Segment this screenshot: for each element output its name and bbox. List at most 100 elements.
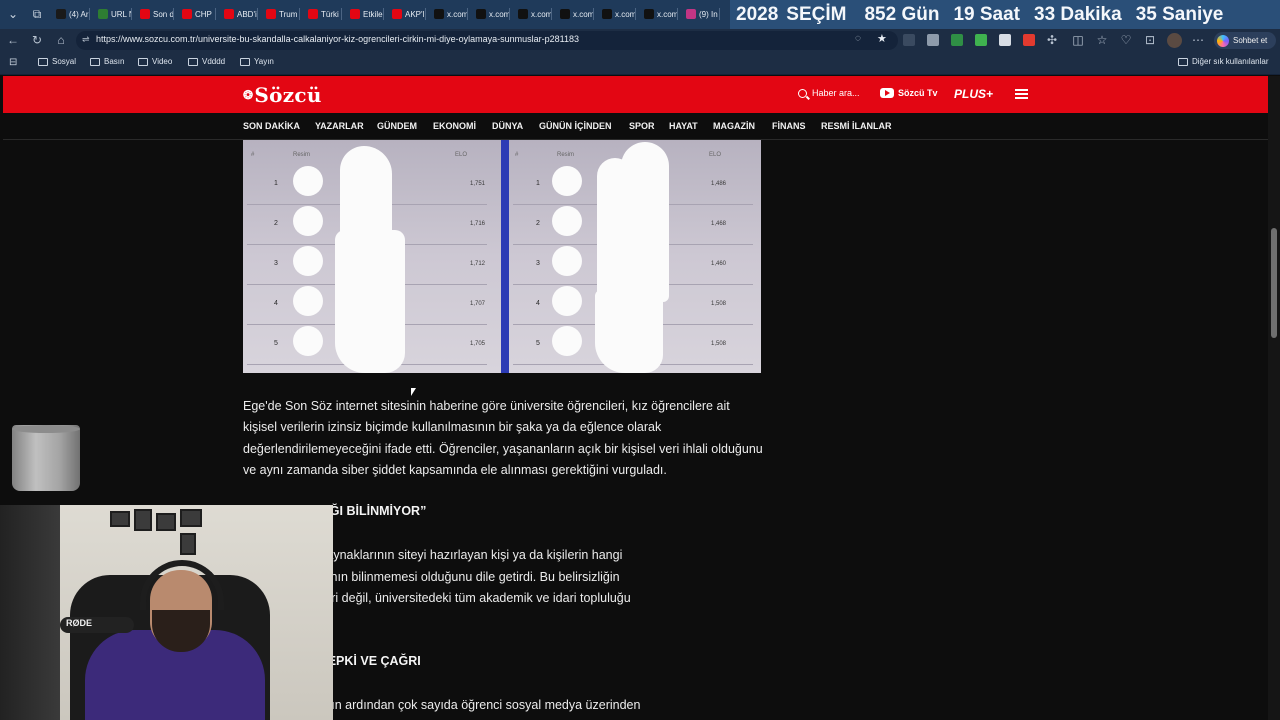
browser-essentials-icon[interactable]: ♡ xyxy=(1117,31,1135,49)
favorite-star-icon[interactable]: ★ xyxy=(877,32,887,45)
tab-separator xyxy=(593,8,594,20)
tab-label: Türki xyxy=(321,9,339,19)
extension-icon[interactable] xyxy=(999,34,1011,46)
search-placeholder: Haber ara... xyxy=(812,88,860,98)
countdown-year: 2028 xyxy=(736,3,779,25)
other-bookmarks-folder[interactable]: Diğer sık kullanılanlar xyxy=(1178,57,1268,66)
ranking-panel-left: # Resim ELO 1 1,751 2 1,716 3 1,712 4 1,707 5 1,7… xyxy=(243,140,501,373)
tab-label: x.com xyxy=(573,9,594,19)
tab-separator xyxy=(467,8,468,20)
rank-number: 4 xyxy=(274,300,278,307)
site-info-icon[interactable]: ⇌ xyxy=(82,34,90,45)
browser-tab[interactable]: x.com xyxy=(640,4,678,24)
tab-separator xyxy=(383,8,384,20)
tab-favicon-icon xyxy=(686,9,696,19)
tab-label: ABD'i xyxy=(237,9,257,19)
browser-tab[interactable]: x.com xyxy=(430,4,468,24)
bookmark-folder-yayin[interactable]: Yayın xyxy=(240,57,274,66)
column-head-face: Resim xyxy=(557,152,575,158)
favorites-icon[interactable]: ☆ xyxy=(1093,31,1111,49)
workspaces-icon[interactable]: ⧉ xyxy=(27,4,47,24)
browser-tab[interactable]: x.com xyxy=(472,4,510,24)
nav-gunun-icinden[interactable]: GÜNÜN İÇİNDEN xyxy=(539,121,612,131)
browser-tab[interactable]: (4) Ar xyxy=(52,4,90,24)
webcam-door xyxy=(0,505,60,720)
scrollbar-thumb[interactable] xyxy=(1271,228,1277,338)
blurred-face xyxy=(552,326,582,356)
extension-icon[interactable] xyxy=(951,34,963,46)
back-icon[interactable]: ← xyxy=(4,31,22,49)
browser-tab[interactable]: ABD'i xyxy=(220,4,258,24)
copilot-icon xyxy=(1217,34,1229,47)
bookmark-folder-sosyal[interactable]: Sosyal xyxy=(38,57,76,66)
collections-icon[interactable]: ⊡ xyxy=(1141,31,1159,49)
tab-separator xyxy=(341,8,342,20)
wall-photo-frames xyxy=(110,509,206,559)
site-search[interactable]: Haber ara... xyxy=(798,88,860,98)
more-menu-icon[interactable]: ⋯ xyxy=(1189,31,1207,49)
photo-frame xyxy=(134,509,152,531)
nav-finans[interactable]: FİNANS xyxy=(772,121,806,131)
extension-icon[interactable] xyxy=(1023,34,1035,46)
nav-magazin[interactable]: MAGAZİN xyxy=(713,121,755,131)
reload-icon[interactable]: ↻ xyxy=(28,31,46,49)
tab-separator xyxy=(425,8,426,20)
url-input[interactable]: ⇌ https://www.sozcu.com.tr/universite-bu… xyxy=(76,31,898,50)
browser-tab[interactable]: Türki xyxy=(304,4,342,24)
reader-view-icon[interactable]: ◌ xyxy=(855,33,861,44)
tab-favicon-icon xyxy=(266,9,276,19)
browser-tab[interactable]: x.com xyxy=(514,4,552,24)
article-image-ranking: # Resim ELO 1 1,751 2 1,716 3 1,712 4 1,707 5 1,7… xyxy=(243,140,761,373)
nav-yazarlar[interactable]: YAZARLAR xyxy=(315,121,364,131)
extension-icon[interactable] xyxy=(975,34,987,46)
tab-separator xyxy=(551,8,552,20)
copilot-chat-button[interactable]: Sohbet et xyxy=(1214,32,1276,49)
browser-tab[interactable]: URL N xyxy=(94,4,132,24)
tab-list-chevron-icon[interactable]: ⌄ xyxy=(3,4,23,24)
nav-son-dakika[interactable]: SON DAKİKA xyxy=(243,121,300,131)
browser-tab[interactable]: x.com xyxy=(598,4,636,24)
youtube-icon xyxy=(880,88,894,98)
page-scrollbar[interactable] xyxy=(1268,76,1280,720)
nav-resmi-ilanlar[interactable]: RESMİ İLANLAR xyxy=(821,121,892,131)
sozcu-tv-link[interactable]: Sözcü Tv xyxy=(880,88,938,98)
browser-tab[interactable]: x.com xyxy=(556,4,594,24)
extension-icon[interactable] xyxy=(927,34,939,46)
nav-gundem[interactable]: GÜNDEM xyxy=(377,121,417,131)
countdown-event: SEÇİM xyxy=(786,3,847,25)
bookmark-folder-basin[interactable]: Basın xyxy=(90,57,124,66)
countdown-minutes: 33 Dakika xyxy=(1034,3,1122,25)
bookmark-label: Sosyal xyxy=(52,57,77,66)
tab-actions-icon[interactable]: ⊟ xyxy=(9,57,17,68)
browser-tab[interactable]: Trum xyxy=(262,4,300,24)
extension-icon[interactable] xyxy=(903,34,915,46)
nav-spor[interactable]: SPOR xyxy=(629,121,655,131)
elo-score: 1,707 xyxy=(470,301,486,307)
browser-tab[interactable]: AKP'l xyxy=(388,4,426,24)
nav-hayat[interactable]: HAYAT xyxy=(669,121,698,131)
tab-separator xyxy=(257,8,258,20)
plus-link[interactable]: PLUS+ xyxy=(954,87,993,101)
tab-favicon-icon xyxy=(224,9,234,19)
nav-dunya[interactable]: DÜNYA xyxy=(492,121,523,131)
blurred-face xyxy=(552,286,582,316)
article-paragraph: Ege'de Son Söz internet sitesinin haberi… xyxy=(243,399,763,477)
nav-ekonomi[interactable]: EKONOMİ xyxy=(433,121,476,131)
bookmark-label: Basın xyxy=(104,57,125,66)
browser-tab[interactable]: Son d xyxy=(136,4,174,24)
elo-score: 1,712 xyxy=(470,261,486,267)
bookmark-folder-video[interactable]: Video xyxy=(138,57,172,66)
sozcu-logo[interactable]: ❂Sözcü xyxy=(243,83,322,107)
browser-tab[interactable]: CHP xyxy=(178,4,216,24)
browser-tab[interactable]: Etkile xyxy=(346,4,384,24)
split-screen-icon[interactable]: ◫ xyxy=(1069,31,1087,49)
hamburger-menu-icon[interactable] xyxy=(1015,89,1028,99)
browser-tab[interactable]: (9) In xyxy=(682,4,720,24)
photo-frame xyxy=(180,533,196,555)
extensions-puzzle-icon[interactable]: ✣ xyxy=(1043,31,1061,49)
floating-glass-widget[interactable] xyxy=(12,425,80,491)
bookmark-folder-vdddd[interactable]: Vdddd xyxy=(188,57,225,66)
home-icon[interactable]: ⌂ xyxy=(52,31,70,49)
elo-score: 1,508 xyxy=(711,301,727,307)
profile-avatar[interactable] xyxy=(1167,33,1182,48)
